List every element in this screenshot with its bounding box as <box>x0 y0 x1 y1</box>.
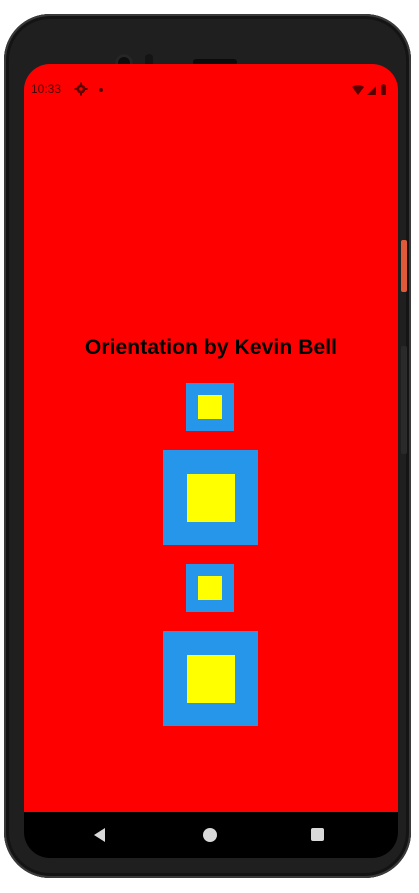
notification-dot-icon <box>99 88 103 92</box>
small-box-inner <box>198 395 222 419</box>
large-box <box>163 450 258 545</box>
volume-button <box>401 346 407 454</box>
small-box <box>186 564 234 612</box>
app-screen: 10:33 Orientation by Kevin Bell <box>24 64 398 812</box>
status-time: 10:33 <box>31 82 62 96</box>
signal-icon <box>367 86 376 95</box>
gear-icon <box>74 82 88 96</box>
power-button <box>401 240 407 292</box>
status-icons <box>352 84 386 95</box>
status-bar: 10:33 <box>24 78 398 100</box>
battery-icon <box>381 84 386 95</box>
recents-icon[interactable] <box>311 828 324 841</box>
wifi-icon <box>352 85 364 95</box>
large-box <box>163 631 258 726</box>
back-icon[interactable] <box>94 828 105 842</box>
app-title: Orientation by Kevin Bell <box>84 336 338 359</box>
large-box-inner <box>187 655 235 703</box>
small-box-inner <box>198 576 222 600</box>
large-box-inner <box>187 474 235 522</box>
home-icon[interactable] <box>203 828 217 842</box>
navigation-bar <box>24 812 398 858</box>
small-box <box>186 383 234 431</box>
